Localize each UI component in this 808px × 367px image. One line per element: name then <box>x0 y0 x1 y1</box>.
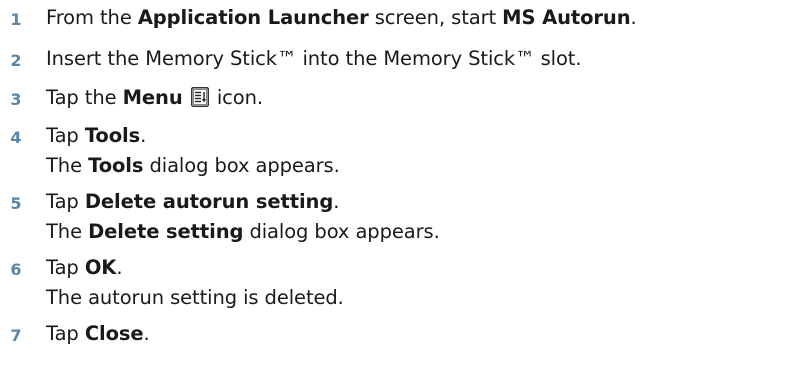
text-span: Tap <box>46 190 85 213</box>
step-number: 7 <box>10 326 22 345</box>
step-result: The Delete setting dialog box appears. <box>46 220 440 243</box>
text-span: Tap <box>46 124 85 147</box>
text-span: dialog box appears. <box>243 220 440 243</box>
step-text: From the Application Launcher screen, st… <box>46 6 637 29</box>
bold-term: Close <box>84 322 144 345</box>
text-span: Tap <box>46 322 85 345</box>
step-number: 6 <box>10 260 22 279</box>
bold-term: Tools <box>84 124 141 147</box>
text-span: icon. <box>210 86 263 109</box>
text-span: . <box>630 6 637 29</box>
text-span: dialog box appears. <box>143 154 340 177</box>
bold-term: Delete autorun setting <box>84 190 334 213</box>
bold-term: OK <box>84 256 117 279</box>
text-span: . <box>140 124 147 147</box>
bold-term: Delete setting <box>88 220 244 243</box>
text-span: . <box>116 256 123 279</box>
text-span: From the <box>46 6 138 29</box>
bold-term: Menu <box>122 86 183 109</box>
step-result: The Tools dialog box appears. <box>46 154 340 177</box>
step-text: Tap OK. <box>46 256 123 279</box>
text-span: . <box>333 190 340 213</box>
step-text: Tap Close. <box>46 322 150 345</box>
bold-term: MS Autorun <box>502 6 631 29</box>
text-span: Tap <box>46 256 85 279</box>
bold-term: Application Launcher <box>137 6 369 29</box>
text-span: screen, start <box>368 6 503 29</box>
step-number: 2 <box>10 51 22 70</box>
step-number: 3 <box>10 90 22 109</box>
text-span: The autorun setting is deleted. <box>46 286 344 309</box>
step-text: Tap Tools. <box>46 124 146 147</box>
text-span: . <box>143 322 150 345</box>
menu-icon <box>190 87 209 107</box>
step-number: 1 <box>10 10 22 29</box>
step-text: Tap the Menu icon. <box>46 86 263 109</box>
bold-term: Tools <box>88 154 144 177</box>
step-number: 5 <box>10 194 22 213</box>
text-span: Tap the <box>46 86 123 109</box>
step-result: The autorun setting is deleted. <box>46 286 344 309</box>
step-text: Tap Delete autorun setting. <box>46 190 339 213</box>
step-text: Insert the Memory Stick™ into the Memory… <box>46 47 582 70</box>
text-span: The <box>46 154 89 177</box>
text-span: The <box>46 220 89 243</box>
step-number: 4 <box>10 128 22 147</box>
